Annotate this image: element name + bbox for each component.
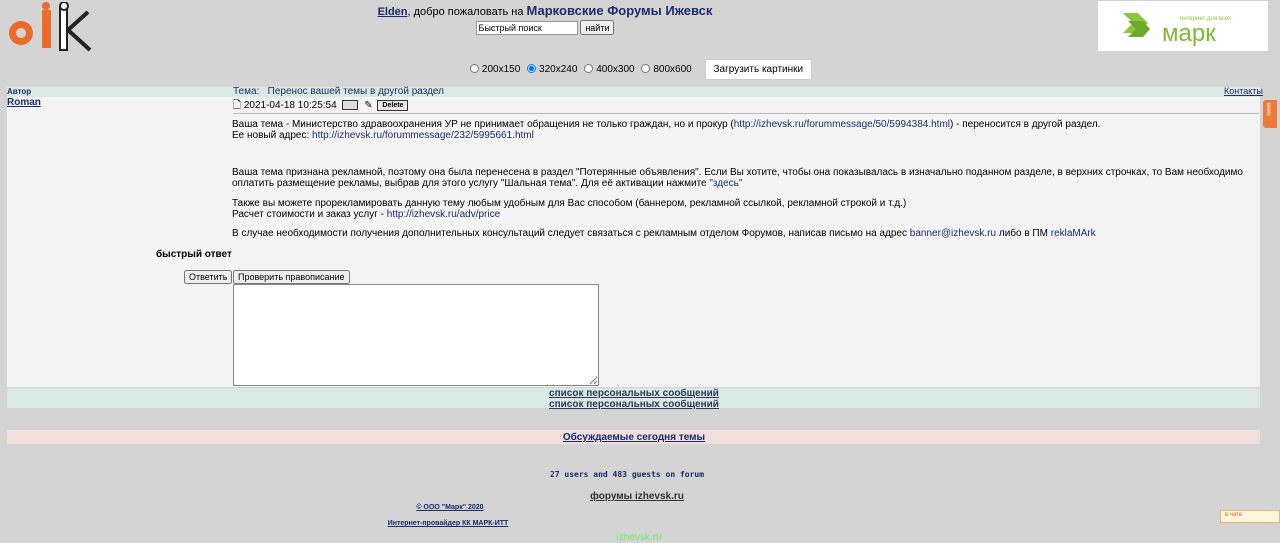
topic-title: Тема: Перенос вашей темы в другой раздел [233, 86, 444, 97]
delete-button[interactable]: Delete [377, 99, 409, 111]
post-body: Ваша тема - Министерство здравоохранения… [232, 119, 1258, 240]
topic-header-bar [7, 87, 1260, 97]
post-divider [233, 113, 1259, 114]
post-paragraph: оплатить размещение рекламы, выбрав для … [232, 177, 743, 189]
forum-name[interactable]: Марковские Форумы Ижевск [527, 3, 713, 18]
author-column-label: Автор [7, 87, 32, 96]
edit-icon[interactable]: ✎ [364, 100, 372, 111]
size-radio[interactable] [469, 64, 479, 73]
spellcheck-button[interactable]: Проверить правописание [233, 270, 350, 284]
size-radio[interactable] [641, 64, 651, 73]
size-option-320[interactable]: 320x240 [527, 64, 577, 75]
welcome-text: , добро пожаловать на [407, 6, 527, 18]
activate-link[interactable]: "здесь" [709, 178, 742, 189]
pm-reklamark-link[interactable]: reklaMArk [1051, 228, 1096, 239]
user-link[interactable]: Elden [378, 6, 408, 18]
mark-banner[interactable]: интернет для всех марк [1098, 1, 1268, 51]
quick-reply-title: быстрый ответ [156, 249, 232, 260]
post-datetime: 2021-04-18 10:25:54 [243, 100, 337, 111]
profile-icon[interactable] [342, 100, 359, 111]
forums-link[interactable]: форумы izhevsk.ru [0, 491, 1274, 502]
reply-button[interactable]: Ответить [184, 270, 233, 284]
banner-email-link[interactable]: banner@izhevsk.ru [910, 228, 996, 239]
post-paragraph: Расчет стоимости и заказ услуг - http://… [232, 208, 501, 220]
adv-price-link[interactable]: http://izhevsk.ru/adv/price [387, 209, 500, 220]
load-pictures-button[interactable]: Загрузить картинки [704, 59, 813, 80]
header-center: Elden, добро пожаловать на Марковские Фо… [0, 3, 1090, 35]
new-topic-link[interactable]: http://izhevsk.ru/forummessage/232/59956… [312, 130, 534, 141]
search-button[interactable]: найти [580, 20, 615, 35]
pm-list-link[interactable]: список персональных сообщений [0, 399, 1268, 410]
size-radio[interactable] [584, 64, 594, 73]
post-author-link[interactable]: Roman [7, 97, 41, 108]
document-icon: 🗋 [233, 100, 242, 111]
old-topic-link[interactable]: http://izhevsk.ru/forummessage/50/599438… [734, 119, 950, 130]
copyright-link[interactable]: © ООО "Марк" 2020 [0, 504, 900, 511]
scroll-down-tab[interactable]: вниз [1263, 100, 1277, 128]
search-row: найти [0, 20, 1090, 35]
banner-brand: марк [1162, 20, 1216, 47]
search-input[interactable] [475, 20, 578, 35]
size-option-200[interactable]: 200x150 [469, 64, 520, 75]
mark-logo-icon: интернет для всех марк [1123, 13, 1231, 47]
reply-textarea[interactable] [233, 284, 599, 386]
online-count: 27 users and 483 guests on forum [549, 470, 705, 479]
pm-list-link[interactable]: список персональных сообщений [0, 388, 1268, 399]
post-paragraph: В случае необходимости получения дополни… [232, 228, 1096, 239]
welcome-line: Elden, добро пожаловать на Марковские Фо… [0, 3, 1090, 18]
footer-site-text: izhevsk.ru [616, 532, 662, 543]
provider-link[interactable]: Интернет-провайдер КК МАРК-ИТТ [0, 520, 896, 527]
today-topics-link[interactable]: Обсуждаемые сегодня темы [0, 432, 1268, 443]
size-radio[interactable] [527, 64, 537, 73]
size-option-800[interactable]: 800x600 [641, 64, 692, 75]
post-paragraph: Ее новый адрес: http://izhevsk.ru/forumm… [232, 129, 534, 141]
image-size-row: 200x150 320x240 400x300 800x600 Загрузит… [0, 59, 1280, 80]
size-option-400[interactable]: 400x300 [584, 64, 635, 75]
contacts-link[interactable]: Контакты [1224, 86, 1263, 96]
chat-widget[interactable]: в чате [1220, 510, 1280, 523]
